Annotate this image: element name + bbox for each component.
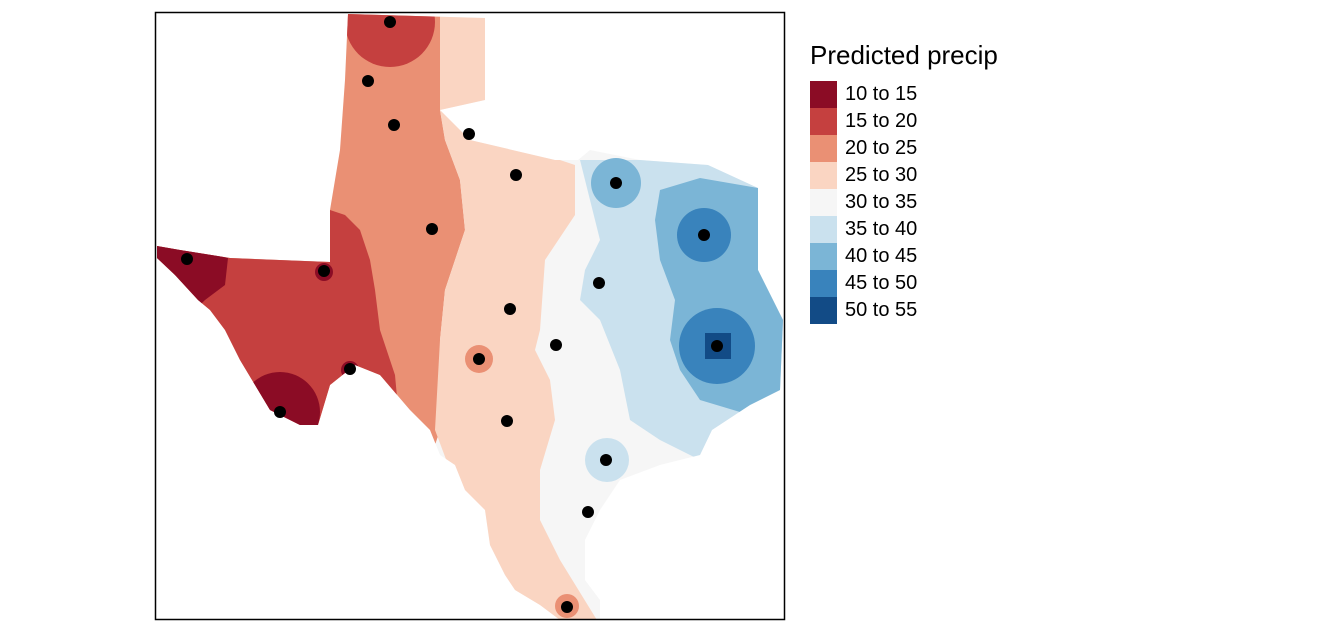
legend-items: 10 to 15 15 to 20 20 to 25 25 to 30 30 to 35… <box>810 81 998 324</box>
legend-item: 35 to 40 <box>810 216 998 243</box>
legend-label: 40 to 45 <box>845 245 918 267</box>
legend-swatch <box>810 135 837 162</box>
precip-map <box>154 11 786 621</box>
legend-item: 10 to 15 <box>810 81 998 108</box>
legend-item: 40 to 45 <box>810 243 998 270</box>
station-point <box>426 223 438 235</box>
legend-label: 50 to 55 <box>845 299 918 321</box>
station-point <box>610 177 622 189</box>
legend-label: 35 to 40 <box>845 218 918 240</box>
legend-swatch <box>810 81 837 108</box>
legend-item: 15 to 20 <box>810 108 998 135</box>
station-point <box>550 339 562 351</box>
legend-label: 10 to 15 <box>845 83 918 105</box>
legend-label: 20 to 25 <box>845 137 918 159</box>
station-point <box>510 169 522 181</box>
legend-swatch <box>810 162 837 189</box>
legend-swatch <box>810 297 837 324</box>
station-point <box>698 229 710 241</box>
station-point <box>711 340 723 352</box>
station-point <box>344 363 356 375</box>
station-point <box>593 277 605 289</box>
legend-swatch <box>810 243 837 270</box>
legend-swatch <box>810 108 837 135</box>
legend-item: 25 to 30 <box>810 162 998 189</box>
station-point <box>561 601 573 613</box>
legend-item: 50 to 55 <box>810 297 998 324</box>
station-point <box>473 353 485 365</box>
station-point <box>463 128 475 140</box>
legend-item: 30 to 35 <box>810 189 998 216</box>
station-point <box>388 119 400 131</box>
station-point <box>384 16 396 28</box>
legend: Predicted precip 10 to 15 15 to 20 20 to 2… <box>810 40 998 324</box>
legend-swatch <box>810 189 837 216</box>
station-point <box>318 265 330 277</box>
legend-item: 45 to 50 <box>810 270 998 297</box>
station-point <box>582 506 594 518</box>
station-point <box>600 454 612 466</box>
legend-label: 30 to 35 <box>845 191 918 213</box>
legend-label: 25 to 30 <box>845 164 918 186</box>
legend-swatch <box>810 216 837 243</box>
station-point <box>181 253 193 265</box>
station-point <box>362 75 374 87</box>
legend-item: 20 to 25 <box>810 135 998 162</box>
station-point <box>274 406 286 418</box>
station-point <box>504 303 516 315</box>
precip-raster <box>157 14 783 620</box>
legend-title: Predicted precip <box>810 40 998 70</box>
legend-label: 15 to 20 <box>845 110 918 132</box>
legend-label: 45 to 50 <box>845 272 918 294</box>
station-point <box>501 415 513 427</box>
legend-swatch <box>810 270 837 297</box>
